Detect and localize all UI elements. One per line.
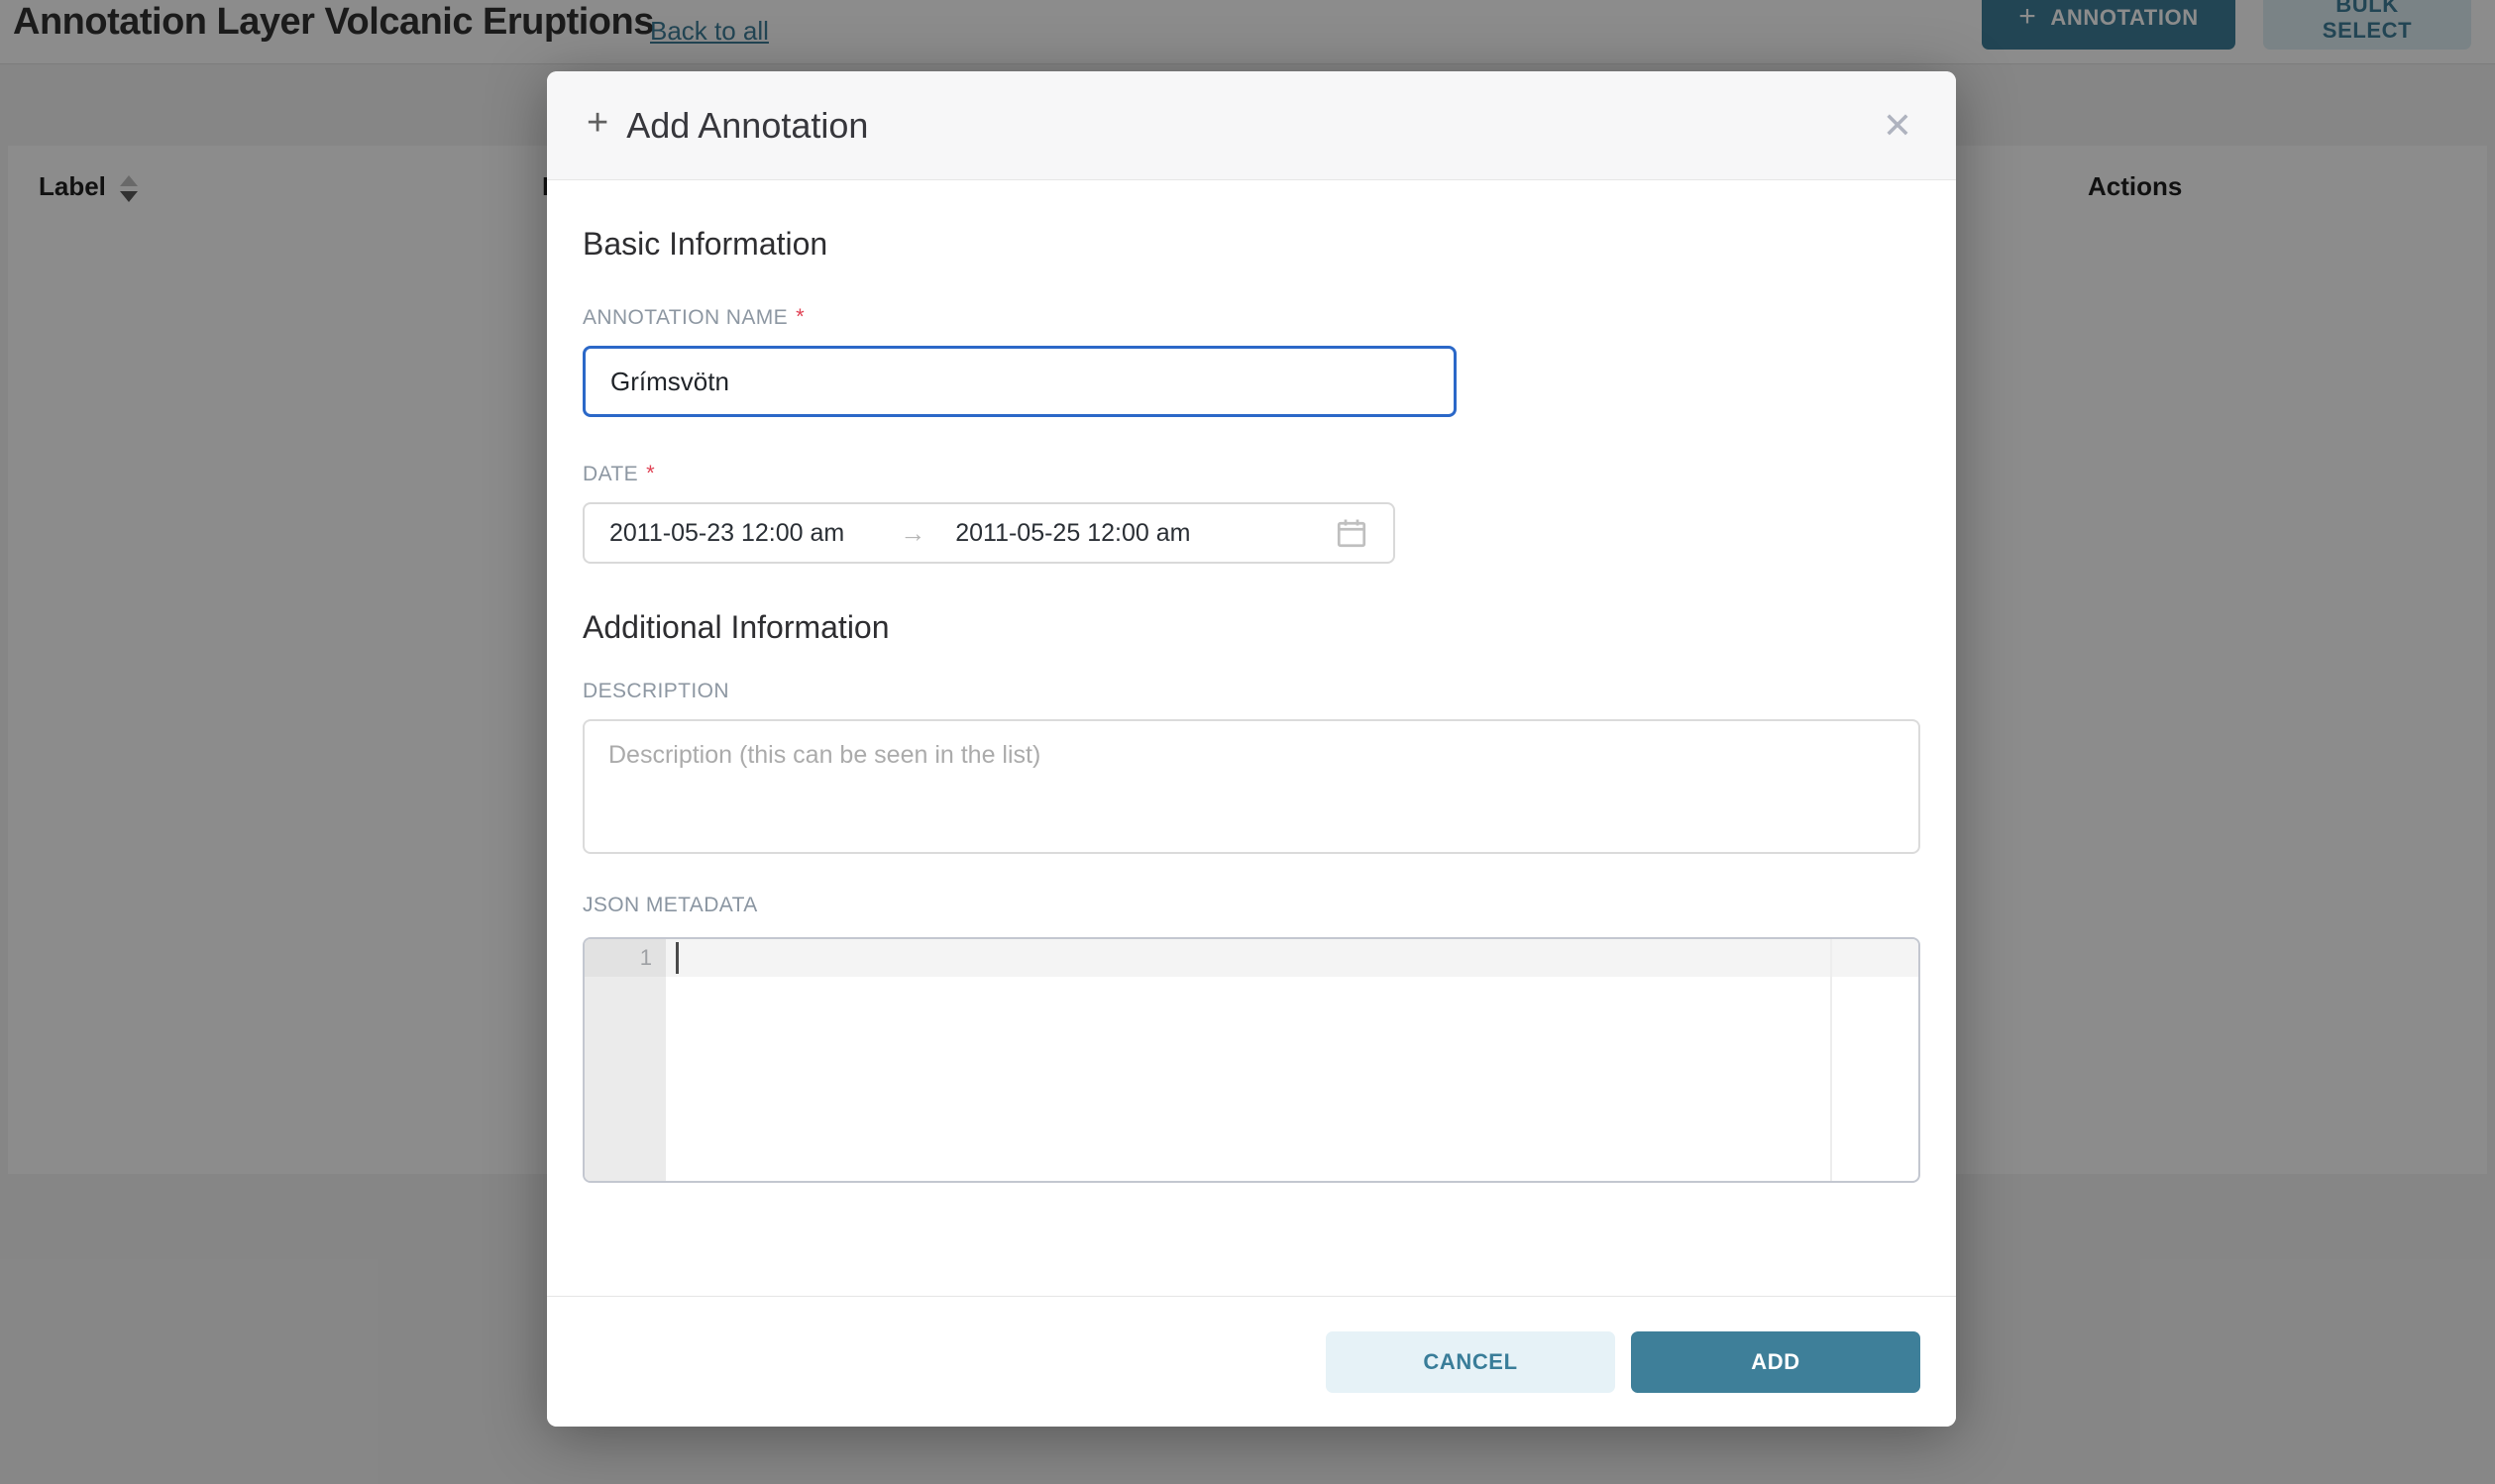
annotation-name-input[interactable] [583, 346, 1457, 417]
date-label: DATE * [583, 461, 1920, 486]
cancel-button[interactable]: CANCEL [1326, 1331, 1615, 1393]
required-asterisk: * [646, 461, 655, 486]
date-range-picker[interactable]: 2011-05-23 12:00 am → 2011-05-25 12:00 a… [583, 502, 1395, 564]
active-line-highlight [666, 939, 1918, 977]
plus-icon: + [587, 102, 608, 145]
add-annotation-modal: + Add Annotation ✕ Basic Information ANN… [547, 71, 1956, 1427]
print-margin-line [1830, 939, 1832, 1181]
annotation-name-label-text: ANNOTATION NAME [583, 306, 788, 330]
modal-body: Basic Information ANNOTATION NAME * DATE… [547, 180, 1956, 1296]
annotation-name-label: ANNOTATION NAME * [583, 304, 1920, 330]
end-date-value[interactable]: 2011-05-25 12:00 am [955, 519, 1190, 548]
date-label-text: DATE [583, 463, 638, 486]
add-button[interactable]: ADD [1631, 1331, 1920, 1393]
close-icon[interactable]: ✕ [1873, 102, 1922, 150]
required-asterisk: * [796, 304, 805, 330]
text-cursor [676, 942, 679, 974]
modal-footer: CANCEL ADD [547, 1296, 1956, 1427]
modal-title: Add Annotation [626, 105, 868, 147]
section-title-basic: Basic Information [583, 226, 1920, 263]
section-title-additional: Additional Information [583, 609, 1920, 646]
description-label: DESCRIPTION [583, 680, 1920, 703]
start-date-value[interactable]: 2011-05-23 12:00 am [609, 519, 844, 548]
line-number: 1 [585, 939, 666, 977]
json-metadata-editor[interactable]: 1 [583, 937, 1920, 1183]
calendar-icon[interactable] [1334, 515, 1369, 551]
description-textarea[interactable] [583, 719, 1920, 854]
modal-header: + Add Annotation ✕ [547, 71, 1956, 180]
range-arrow-icon: → [900, 518, 925, 549]
json-metadata-label: JSON METADATA [583, 894, 1920, 917]
